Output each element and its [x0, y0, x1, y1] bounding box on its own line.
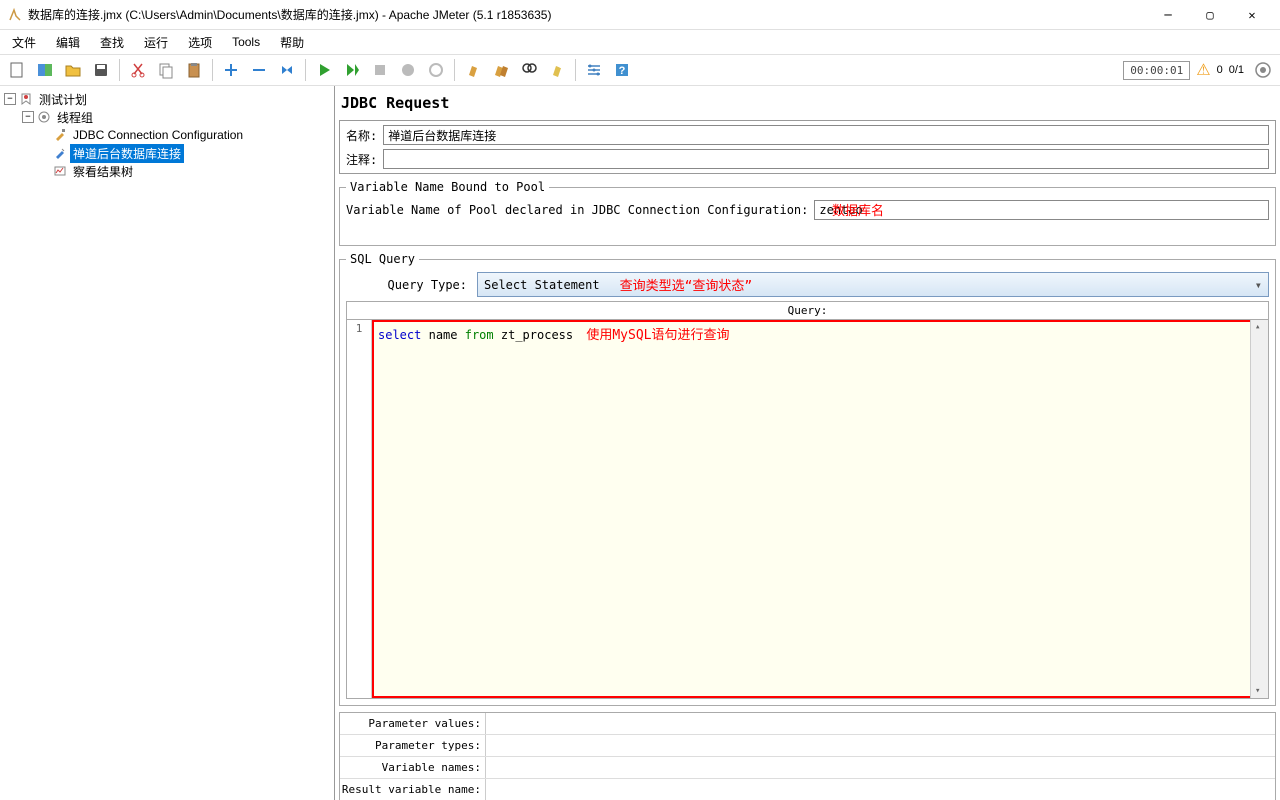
tree-thread-group-label[interactable]: 线程组: [54, 108, 96, 127]
editor-panel: JDBC Request 名称: 注释: Variable Name Bound…: [335, 86, 1280, 800]
param-types-input[interactable]: [485, 735, 1275, 756]
query-type-label: Query Type:: [346, 278, 471, 292]
svg-text:?: ?: [619, 65, 626, 77]
threadgroup-icon: [36, 109, 52, 125]
params-box: Parameter values: Parameter types: Varia…: [339, 712, 1276, 800]
tree-item-jdbc-request[interactable]: 禅道后台数据库连接: [4, 144, 330, 162]
result-var-label: Result variable name:: [340, 783, 485, 796]
sql-fieldset: SQL Query Query Type: Select Statement 查…: [339, 252, 1276, 706]
search-icon-button[interactable]: [516, 57, 542, 83]
tree-item-results-tree[interactable]: 察看结果树: [4, 162, 330, 180]
code-content[interactable]: select name from zt_process 使用MySQL语句进行查…: [372, 320, 1250, 698]
start-no-pause-button[interactable]: [339, 57, 365, 83]
listener-icon: [52, 163, 68, 179]
toolbar: ? 00:00:01 ⚠ 0 0/1: [0, 54, 1280, 86]
elapsed-time: 00:00:01: [1123, 61, 1190, 80]
copy-button[interactable]: [153, 57, 179, 83]
query-type-value: Select Statement: [484, 278, 600, 292]
menu-search[interactable]: 查找: [92, 32, 132, 53]
options-button[interactable]: [581, 57, 607, 83]
clear-all-button[interactable]: [488, 57, 514, 83]
warning-icon[interactable]: ⚠: [1196, 60, 1210, 80]
result-var-input[interactable]: [485, 779, 1275, 800]
name-comment-box: 名称: 注释:: [339, 120, 1276, 174]
menu-file[interactable]: 文件: [4, 32, 44, 53]
query-type-select[interactable]: Select Statement 查询类型选“查询状态”: [477, 272, 1269, 297]
error-count: 0: [1217, 64, 1223, 76]
stop-button[interactable]: [367, 57, 393, 83]
tree-toggle-icon[interactable]: −: [22, 111, 34, 123]
app-icon: [8, 8, 22, 22]
maximize-button[interactable]: ▢: [1190, 1, 1230, 29]
sql-legend: SQL Query: [346, 252, 419, 266]
panel-title: JDBC Request: [339, 90, 1276, 120]
name-input[interactable]: [383, 125, 1269, 145]
close-button[interactable]: ✕: [1232, 1, 1272, 29]
comment-input[interactable]: [383, 149, 1269, 169]
menu-help[interactable]: 帮助: [272, 32, 312, 53]
param-values-input[interactable]: [485, 713, 1275, 734]
help-button[interactable]: ?: [609, 57, 635, 83]
query-type-annotation: 查询类型选“查询状态”: [620, 275, 753, 294]
tree-item-label[interactable]: 察看结果树: [70, 162, 136, 181]
titlebar: 数据库的连接.jmx (C:\Users\Admin\Documents\数据库…: [0, 0, 1280, 30]
clear-button[interactable]: [460, 57, 486, 83]
param-values-label: Parameter values:: [340, 717, 485, 730]
shutdown-button[interactable]: [395, 57, 421, 83]
query-editor[interactable]: 1 select name from zt_process 使用MySQL语句进…: [346, 319, 1269, 699]
cut-button[interactable]: [125, 57, 151, 83]
param-types-label: Parameter types:: [340, 739, 485, 752]
templates-button[interactable]: [32, 57, 58, 83]
paste-button[interactable]: [181, 57, 207, 83]
thread-count: 0/1: [1229, 64, 1244, 76]
tree-item-label-selected[interactable]: 禅道后台数据库连接: [70, 144, 184, 163]
pool-fieldset: Variable Name Bound to Pool Variable Nam…: [339, 180, 1276, 246]
expand-button[interactable]: [218, 57, 244, 83]
toggle-button[interactable]: [274, 57, 300, 83]
new-button[interactable]: [4, 57, 30, 83]
menu-options[interactable]: 选项: [180, 32, 220, 53]
window-title: 数据库的连接.jmx (C:\Users\Admin\Documents\数据库…: [28, 6, 1148, 23]
thread-indicator[interactable]: [1250, 57, 1276, 83]
query-header: Query:: [346, 301, 1269, 319]
var-names-label: Variable names:: [340, 761, 485, 774]
sampler-icon: [52, 145, 68, 161]
tree-item-label[interactable]: JDBC Connection Configuration: [70, 127, 246, 143]
pool-legend: Variable Name Bound to Pool: [346, 180, 549, 194]
function-helper-button[interactable]: [544, 57, 570, 83]
pool-annotation: 数据库名: [832, 204, 884, 219]
tree-root-label[interactable]: 测试计划: [36, 90, 90, 109]
config-icon: [52, 127, 68, 143]
minimize-button[interactable]: ─: [1148, 1, 1188, 29]
scrollbar[interactable]: [1250, 320, 1268, 698]
tree-toggle-icon[interactable]: −: [4, 93, 16, 105]
collapse-button[interactable]: [246, 57, 272, 83]
tree-item-jdbc-config[interactable]: JDBC Connection Configuration: [4, 126, 330, 144]
name-label: 名称:: [346, 127, 377, 144]
comment-label: 注释:: [346, 151, 377, 168]
tree-thread-group[interactable]: − 线程组: [4, 108, 330, 126]
pool-label: Variable Name of Pool declared in JDBC C…: [346, 203, 808, 217]
tree-panel[interactable]: − 测试计划 − 线程组 JDBC Connection Configurati…: [0, 86, 335, 800]
var-names-input[interactable]: [485, 757, 1275, 778]
line-gutter: 1: [347, 320, 372, 698]
menu-tools[interactable]: Tools: [224, 33, 268, 51]
remote-stop-button[interactable]: [423, 57, 449, 83]
menu-run[interactable]: 运行: [136, 32, 176, 53]
open-button[interactable]: [60, 57, 86, 83]
save-button[interactable]: [88, 57, 114, 83]
tree-root[interactable]: − 测试计划: [4, 90, 330, 108]
code-annotation: 使用MySQL语句进行查询: [586, 328, 729, 343]
testplan-icon: [18, 91, 34, 107]
menu-edit[interactable]: 编辑: [48, 32, 88, 53]
start-button[interactable]: [311, 57, 337, 83]
menubar: 文件 编辑 查找 运行 选项 Tools 帮助: [0, 30, 1280, 54]
